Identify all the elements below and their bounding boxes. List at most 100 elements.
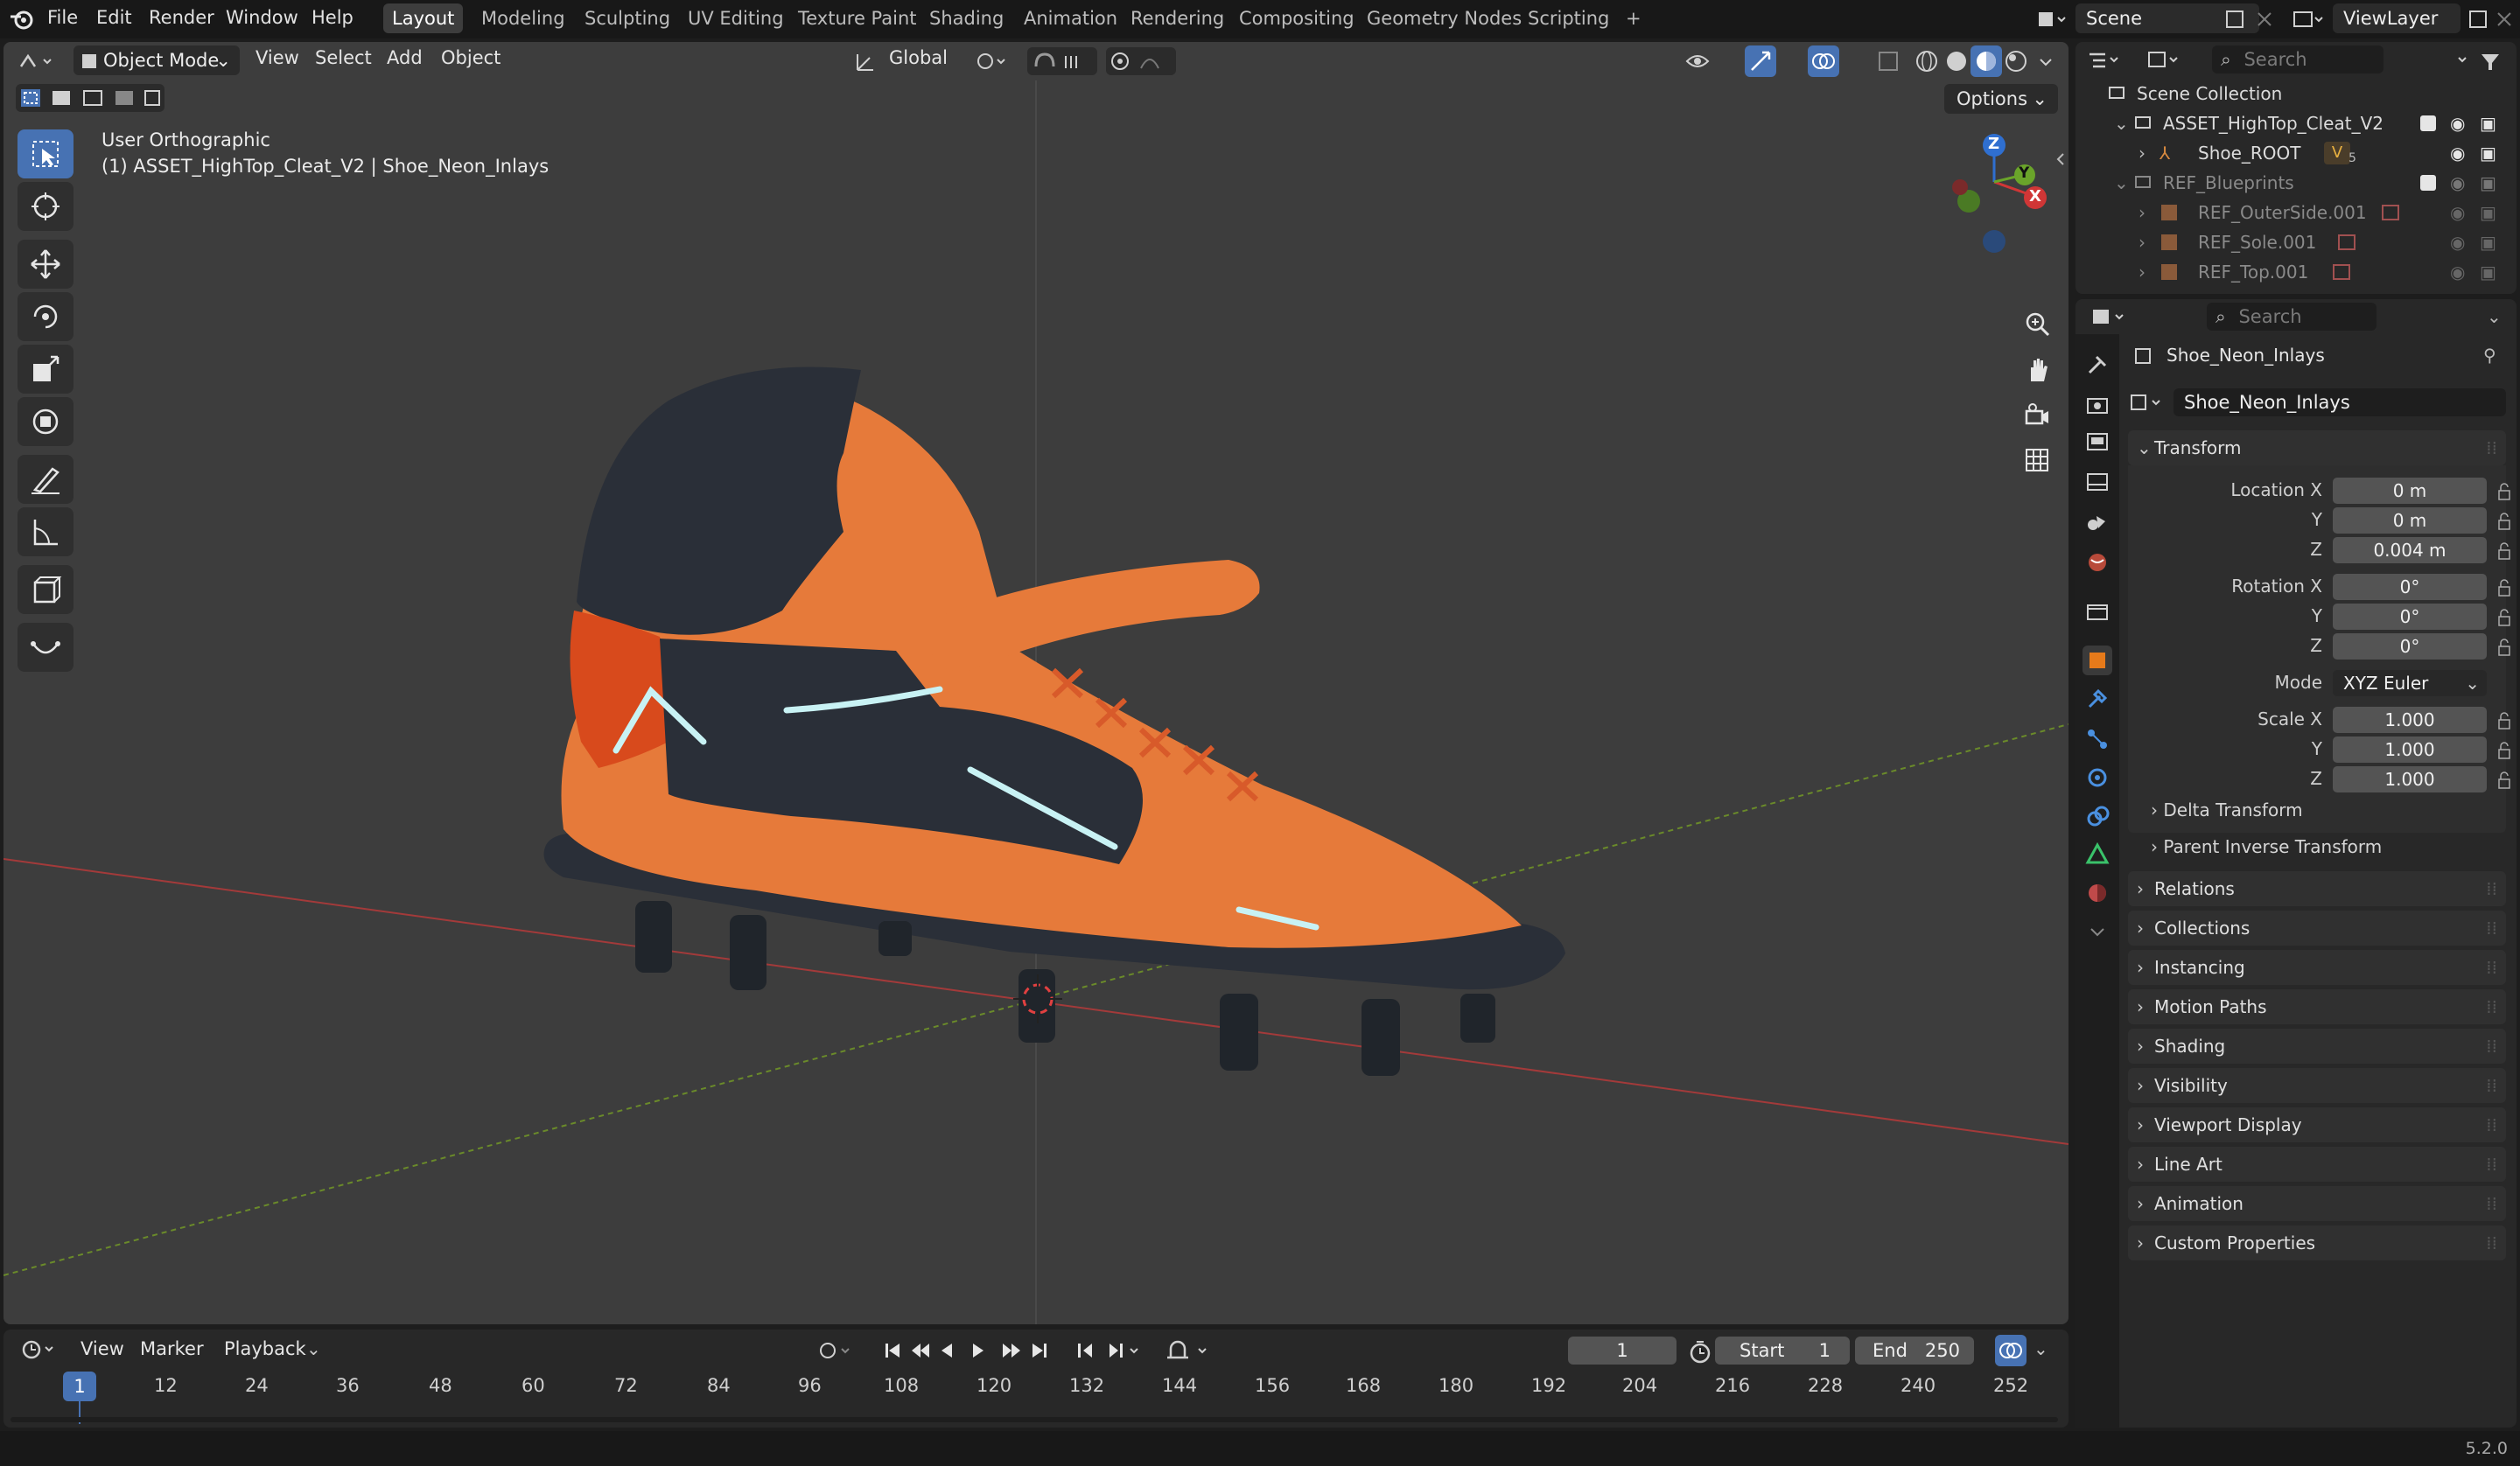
- properties-editor-icon[interactable]: [2090, 304, 2133, 331]
- transform-panel-header[interactable]: ⌄ Transform ⁞⁞: [2128, 430, 2506, 465]
- menu-help[interactable]: Help: [312, 7, 354, 28]
- view-layer-icon[interactable]: [2291, 7, 2326, 31]
- eye-icon[interactable]: ◉: [2450, 198, 2465, 227]
- drag-handle-icon[interactable]: ⁞⁞: [2486, 430, 2497, 465]
- outliner-editor-icon[interactable]: [2086, 47, 2124, 73]
- location-x-field[interactable]: 0 m: [2333, 478, 2487, 504]
- shading-rendered-icon[interactable]: [2002, 47, 2030, 75]
- eye-icon[interactable]: ◉: [2450, 138, 2465, 168]
- lock-icon[interactable]: [2497, 579, 2511, 597]
- tab-uv-editing[interactable]: UV Editing: [679, 3, 793, 33]
- tab-data-icon[interactable]: [2082, 840, 2112, 869]
- outliner-row-ref-top[interactable]: › REF_Top.001 ◉ ▣: [2076, 257, 2516, 287]
- collections-panel-header[interactable]: › Collections ⁞⁞: [2128, 911, 2506, 946]
- tab-texture-paint[interactable]: Texture Paint: [789, 3, 926, 33]
- camera-icon[interactable]: ▣: [2480, 257, 2496, 287]
- lock-icon[interactable]: [2497, 639, 2511, 656]
- tab-constraints-icon[interactable]: [2082, 801, 2112, 831]
- tab-object-icon[interactable]: [2082, 646, 2112, 675]
- playback-controls[interactable]: [878, 1337, 1141, 1365]
- auto-keying-icon[interactable]: [816, 1338, 859, 1363]
- shading-options-icon[interactable]: [2034, 49, 2060, 73]
- location-y-field[interactable]: 0 m: [2333, 507, 2487, 534]
- outliner-row-shoe-root[interactable]: › ⅄ Shoe_ROOT V 5 ◉ ▣: [2076, 138, 2516, 168]
- tab-world-icon[interactable]: [2082, 548, 2112, 577]
- tab-particles-icon[interactable]: [2082, 724, 2112, 754]
- location-z-field[interactable]: 0.004 m: [2333, 537, 2487, 563]
- drag-handle-icon[interactable]: ⁞⁞: [2486, 989, 2497, 1024]
- timeline-overlay-icon[interactable]: [1995, 1335, 2026, 1366]
- current-frame-field[interactable]: 1: [1568, 1337, 1676, 1365]
- object-datablock-selector[interactable]: [2128, 388, 2175, 416]
- shading-solid-icon[interactable]: [1942, 47, 1970, 75]
- snap-icon[interactable]: [1027, 47, 1097, 75]
- custom-properties-panel-header[interactable]: › Custom Properties ⁞⁞: [2128, 1225, 2506, 1260]
- drag-handle-icon[interactable]: ⁞⁞: [2486, 1068, 2497, 1103]
- orientation-label[interactable]: Global: [889, 47, 948, 68]
- tab-scene-icon[interactable]: [2082, 507, 2112, 537]
- tab-modifiers-icon[interactable]: [2082, 684, 2112, 714]
- drag-handle-icon[interactable]: ⁞⁞: [2486, 871, 2497, 906]
- lock-icon[interactable]: [2497, 609, 2511, 626]
- new-view-layer-icon[interactable]: [2466, 7, 2490, 31]
- eye-icon[interactable]: ◉: [2450, 227, 2465, 257]
- playhead[interactable]: 1: [63, 1372, 96, 1401]
- shading-material-icon[interactable]: [1970, 45, 2002, 77]
- instancing-panel-header[interactable]: › Instancing ⁞⁞: [2128, 950, 2506, 985]
- menu-render[interactable]: Render: [149, 7, 214, 28]
- outliner-row-scene-collection[interactable]: Scene Collection: [2076, 79, 2516, 108]
- shading-wireframe-icon[interactable]: [1913, 47, 1941, 75]
- eye-icon[interactable]: ◉: [2450, 257, 2465, 287]
- visibility-panel-header[interactable]: › Visibility ⁞⁞: [2128, 1068, 2506, 1103]
- eye-icon[interactable]: ◉: [2450, 168, 2465, 198]
- tab-tool-icon[interactable]: [2082, 350, 2112, 380]
- tab-output-icon[interactable]: [2082, 427, 2112, 457]
- pivot-point-icon[interactable]: [975, 49, 1010, 73]
- tab-more-icon[interactable]: [2082, 917, 2112, 946]
- tab-sculpting[interactable]: Sculpting: [576, 3, 679, 33]
- keying-icon[interactable]: [1164, 1337, 1216, 1365]
- add-workspace-button[interactable]: +: [1617, 3, 1650, 33]
- scene-icon[interactable]: [2034, 7, 2068, 31]
- mode-selector[interactable]: Object Mode ⌄: [74, 45, 240, 75]
- scale-z-field[interactable]: 1.000: [2333, 766, 2487, 792]
- menu-object[interactable]: Object: [441, 47, 500, 68]
- camera-icon[interactable]: ▣: [2480, 138, 2496, 168]
- outliner-row-asset-collection[interactable]: ⌄ ASSET_HighTop_Cleat_V2 ◉ ▣: [2076, 108, 2516, 138]
- menu-edit[interactable]: Edit: [96, 7, 132, 28]
- menu-add[interactable]: Add: [387, 47, 423, 68]
- tab-shading[interactable]: Shading: [920, 3, 1012, 33]
- overlays-icon[interactable]: [1808, 45, 1839, 77]
- visibility-icon[interactable]: [1684, 47, 1727, 75]
- tab-scripting[interactable]: Scripting: [1519, 3, 1618, 33]
- tab-physics-icon[interactable]: [2082, 763, 2112, 792]
- tab-view-layer-icon[interactable]: [2082, 467, 2112, 497]
- blender-logo-icon[interactable]: [9, 9, 35, 30]
- outliner-row-ref-blueprints[interactable]: ⌄ REF_Blueprints ◉ ▣: [2076, 168, 2516, 198]
- delta-transform-subpanel[interactable]: › Delta Transform: [2151, 799, 2303, 820]
- chevron-down-icon[interactable]: ⌄: [2487, 306, 2502, 327]
- scale-y-field[interactable]: 1.000: [2333, 736, 2487, 763]
- xray-icon[interactable]: [1874, 47, 1902, 75]
- pin-icon[interactable]: ⚲: [2483, 345, 2496, 366]
- editor-type-icon[interactable]: [16, 47, 60, 75]
- drag-handle-icon[interactable]: ⁞⁞: [2486, 1147, 2497, 1182]
- menu-select[interactable]: Select: [315, 47, 372, 68]
- rotation-y-field[interactable]: 0°: [2333, 604, 2487, 630]
- menu-file[interactable]: File: [47, 7, 78, 28]
- menu-window[interactable]: Window: [226, 7, 298, 28]
- view-layer-selector[interactable]: ViewLayer: [2333, 3, 2460, 33]
- proportional-edit-icon[interactable]: [1106, 47, 1176, 75]
- gizmo-toggle-icon[interactable]: [1745, 45, 1776, 77]
- menu-view[interactable]: View: [256, 47, 299, 68]
- tab-compositing[interactable]: Compositing: [1230, 3, 1363, 33]
- timeline-menu-view[interactable]: View: [80, 1338, 124, 1359]
- drag-handle-icon[interactable]: ⁞⁞: [2486, 1107, 2497, 1142]
- lock-icon[interactable]: [2497, 712, 2511, 730]
- timeline-scrollbar[interactable]: [10, 1417, 2058, 1422]
- chevron-down-icon[interactable]: ⌄: [2034, 1338, 2048, 1359]
- remove-view-layer-icon[interactable]: [2492, 7, 2516, 31]
- outliner-row-ref-sole[interactable]: › REF_Sole.001 ◉ ▣: [2076, 227, 2516, 257]
- display-mode-icon[interactable]: [2146, 47, 2184, 73]
- timeline-menu-marker[interactable]: Marker: [140, 1338, 204, 1359]
